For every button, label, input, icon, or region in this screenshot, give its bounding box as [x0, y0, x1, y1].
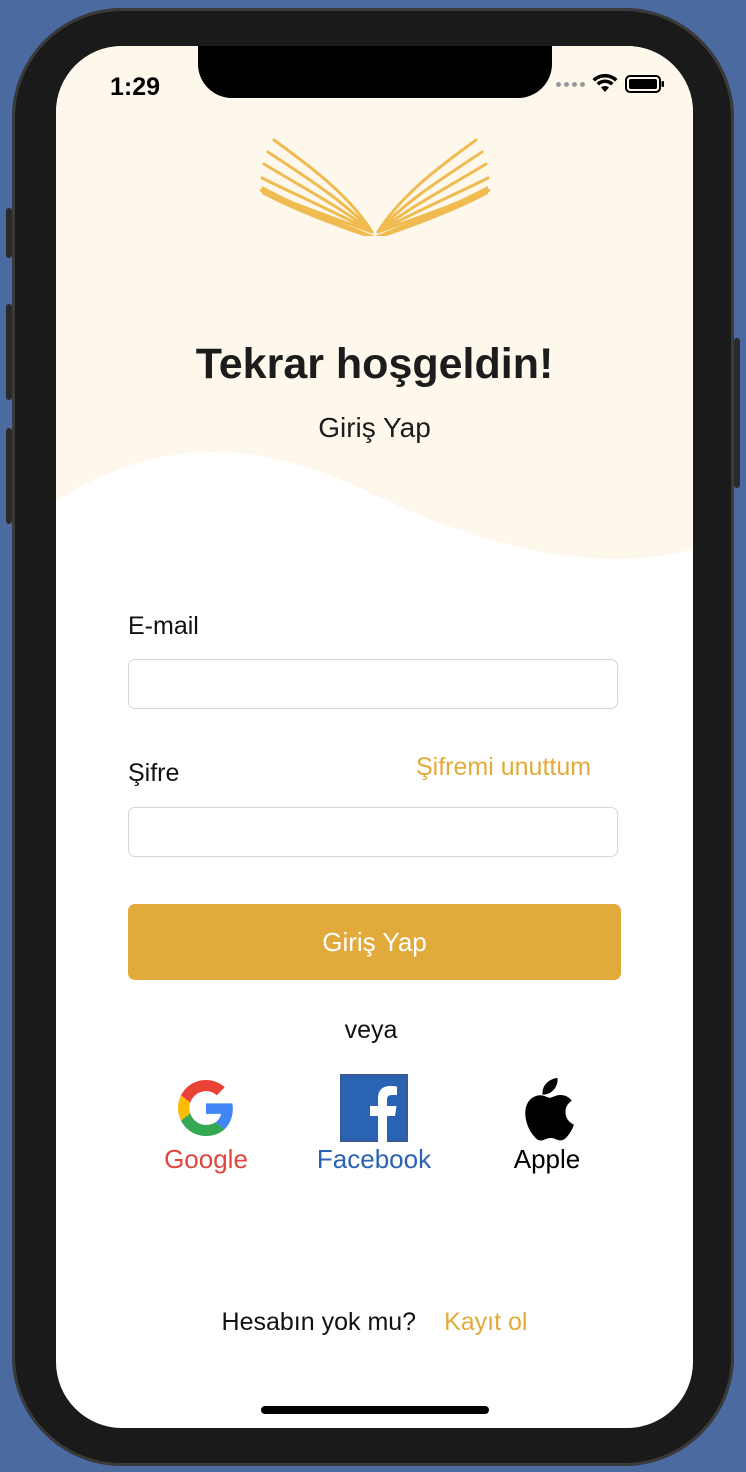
- notch: [198, 46, 552, 98]
- facebook-label: Facebook: [316, 1144, 432, 1174]
- login-button[interactable]: Giriş Yap: [128, 904, 621, 980]
- email-label: E-mail: [128, 612, 199, 640]
- signup-link[interactable]: Kayıt ol: [444, 1308, 527, 1336]
- home-indicator: [261, 1406, 489, 1414]
- book-logo-icon: [260, 138, 490, 236]
- signup-question: Hesabın yok mu?: [221, 1308, 417, 1336]
- page-subtitle: Giriş Yap: [318, 412, 431, 443]
- page-title: Tekrar hoşgeldin!: [195, 340, 554, 388]
- apple-label: Apple: [513, 1144, 581, 1174]
- status-time: 1:29: [110, 73, 161, 101]
- header-background: [56, 46, 693, 559]
- password-field[interactable]: [128, 807, 618, 857]
- google-login-button[interactable]: Google: [150, 1080, 262, 1175]
- facebook-login-button[interactable]: Facebook: [312, 1074, 436, 1175]
- volume-down-button: [6, 428, 12, 524]
- divider-text: veya: [344, 1016, 398, 1044]
- google-label: Google: [164, 1144, 248, 1174]
- mute-switch: [6, 208, 12, 258]
- email-field[interactable]: [128, 659, 618, 709]
- power-button: [734, 338, 740, 488]
- apple-login-button[interactable]: Apple: [492, 1078, 602, 1175]
- password-label: Şifre: [128, 759, 180, 787]
- apple-icon: [525, 1078, 574, 1141]
- google-icon: [178, 1080, 233, 1136]
- signup-prompt: Hesabın yok mu? Kayıt ol: [56, 1308, 693, 1337]
- volume-up-button: [6, 304, 12, 400]
- facebook-icon: [340, 1074, 408, 1142]
- wifi-icon: [592, 74, 618, 92]
- forgot-password-link[interactable]: Şifremi unuttum: [416, 753, 591, 782]
- app-screen: 1:29 Tekrar hoşgeldin! Giriş Yap E-mail …: [56, 46, 693, 1428]
- status-icons: [556, 74, 665, 94]
- signal-icon: [556, 81, 585, 87]
- battery-icon: [625, 75, 664, 93]
